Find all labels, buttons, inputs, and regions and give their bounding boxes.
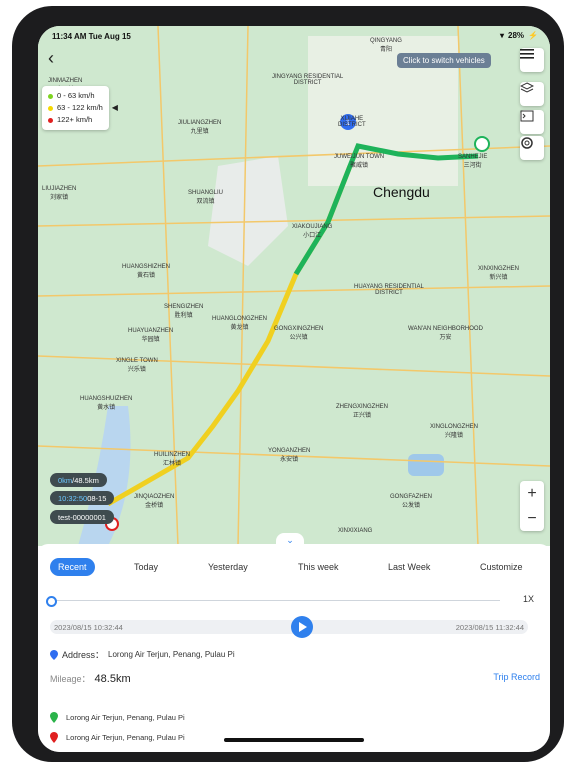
map-place-label: HUANGSHIZHEN 黄石镇: [122, 264, 171, 279]
map-place-label: JINQIAOZHEN 金桥镇: [134, 494, 175, 509]
play-icon: [299, 622, 307, 632]
charging-icon: ⚡: [528, 31, 538, 40]
map-place-label: XINXIXIANG: [338, 528, 373, 534]
trip-record-link[interactable]: Trip Record: [493, 672, 540, 682]
address-row: Address： Lorong Air Terjun, Penang, Pula…: [50, 648, 235, 661]
back-chevron-icon[interactable]: ‹: [48, 48, 54, 69]
tab-customize[interactable]: Customize: [480, 558, 523, 576]
device-pill: test-00000001: [50, 510, 114, 524]
tab-yesterday[interactable]: Yesterday: [208, 558, 248, 576]
tab-this-week[interactable]: This week: [298, 558, 339, 576]
map-place-label: JIULIANGZHEN 九里镇: [178, 120, 222, 135]
start-stop-row: Lorong Air Terjun, Penang, Pulau Pi: [50, 712, 185, 723]
legend-item: 0 - 63 km/h: [48, 90, 103, 102]
map-place-label: LIUJIAZHEN 刘家镇: [42, 186, 77, 201]
map-place-label: SHENGIZHEN 胜利镇: [164, 304, 204, 319]
map-place-label: XINGLE TOWN 兴乐镇: [116, 358, 158, 373]
playback-panel: Recent Today Yesterday This week Last We…: [38, 544, 550, 752]
start-pin-icon: [50, 712, 58, 723]
mileage-label: Mileage：: [50, 674, 91, 684]
date-tabs: Recent Today Yesterday This week Last We…: [38, 558, 550, 578]
end-stop-address: Lorong Air Terjun, Penang, Pulau Pi: [66, 733, 185, 742]
map-place-label: SANHEJIE 三河街: [458, 154, 488, 169]
zoom-in-button[interactable]: +: [520, 481, 544, 506]
map-place-label: SHUANGLIU 双流镇: [188, 190, 224, 205]
start-flag-icon: [474, 136, 490, 152]
wifi-icon: ▾: [500, 31, 505, 40]
map-place-label: XINXINGZHEN 新兴镇: [478, 266, 520, 281]
map-place-label: HUANGLONGZHEN 黄龙镇: [212, 316, 268, 331]
address-value: Lorong Air Terjun, Penang, Pulau Pi: [108, 650, 235, 659]
map-place-label: JINGYANG RESIDENTIAL DISTRICT: [272, 74, 344, 86]
distance-pill: 0km/48.5km: [50, 473, 107, 487]
zoom-control: + −: [520, 481, 544, 531]
status-time: 11:34 AM Tue Aug 15: [52, 32, 131, 41]
time-pill: 10:32:50 08-15: [50, 491, 115, 505]
map-place-label: HUAYANG RESIDENTIAL DISTRICT: [354, 284, 424, 296]
screen: 1 JINMAZHEN金马镇JIULIANGZHEN九里镇JINGYANG RE…: [38, 26, 550, 752]
start-time: 2023/08/15 10:32:44: [54, 623, 123, 632]
address-label: Address：: [62, 650, 105, 660]
end-pin-icon: [50, 732, 58, 743]
status-right: ▾ 28% ⚡: [500, 31, 538, 40]
time-range-bar: 2023/08/15 10:32:44 2023/08/15 11:32:44: [50, 616, 528, 638]
layers-icon[interactable]: [520, 82, 544, 106]
map-place-label: GONGFAZHEN 公发镇: [390, 494, 433, 509]
map-place-label: HUILINZHEN 汇林镇: [154, 452, 191, 467]
map-view[interactable]: 1 JINMAZHEN金马镇JIULIANGZHEN九里镇JINGYANG RE…: [38, 26, 550, 546]
city-label: Chengdu: [373, 184, 430, 200]
home-indicator: [224, 738, 364, 742]
legend-dot-icon: [48, 105, 53, 111]
legend-item: 63 - 122 km/h: [48, 102, 103, 114]
collapse-legend-icon[interactable]: ◀: [112, 103, 118, 112]
settings-gear-icon[interactable]: [520, 136, 544, 160]
map-place-label: GONGXINGZHEN 公兴镇: [274, 326, 324, 341]
map-place-label: XINGLONGZHEN 兴隆镇: [430, 424, 479, 439]
map-place-label: XIAKOUJIANG 小口江: [292, 224, 333, 239]
map-place-label: ZHENGXINGZHEN 正兴镇: [336, 404, 389, 419]
map-place-label: HUAYUANZHEN 华园镇: [128, 328, 174, 343]
location-pin-icon: [50, 649, 58, 660]
playback-speed[interactable]: 1X: [523, 594, 534, 604]
tablet-frame: 1 JINMAZHEN金马镇JIULIANGZHEN九里镇JINGYANG RE…: [12, 6, 564, 762]
end-stop-row: Lorong Air Terjun, Penang, Pulau Pi: [50, 732, 185, 743]
terminal-icon[interactable]: [520, 110, 544, 134]
map-place-label: WAN'AN NEIGHBORHOOD 万安: [408, 326, 483, 341]
zoom-out-button[interactable]: −: [520, 506, 544, 531]
tab-today[interactable]: Today: [134, 558, 158, 576]
lake: [408, 454, 444, 476]
status-bar: 11:34 AM Tue Aug 15 ▾ 28% ⚡: [38, 26, 550, 46]
play-button[interactable]: [291, 616, 313, 638]
mileage-row: Mileage： 48.5km: [50, 672, 131, 685]
switch-vehicles-tooltip[interactable]: Click to switch vehicles: [397, 53, 491, 68]
map-place-label: YONGANZHEN 永安镇: [268, 448, 311, 463]
tab-last-week[interactable]: Last Week: [388, 558, 430, 576]
map-place-label: HUANGSHUIZHEN 黄水镇: [80, 396, 133, 411]
mileage-value: 48.5km: [94, 673, 131, 685]
speed-legend: 0 - 63 km/h 63 - 122 km/h 122+ km/h ◀: [42, 86, 118, 130]
slider-handle[interactable]: [46, 596, 57, 607]
tab-recent[interactable]: Recent: [50, 558, 95, 576]
end-time: 2023/08/15 11:32:44: [455, 623, 524, 632]
legend-dot-icon: [48, 93, 53, 99]
start-stop-address: Lorong Air Terjun, Penang, Pulau Pi: [66, 713, 185, 722]
legend-dot-icon: [48, 117, 53, 123]
battery-level: 28%: [508, 31, 525, 40]
map-place-label: XIJIAHE DISTRICT: [338, 116, 366, 128]
menu-icon[interactable]: [520, 48, 544, 72]
legend-item: 122+ km/h: [48, 114, 103, 126]
progress-slider[interactable]: [46, 596, 500, 607]
map-place-label: JUWEIJUN TOWN 聚威镇: [334, 154, 385, 169]
